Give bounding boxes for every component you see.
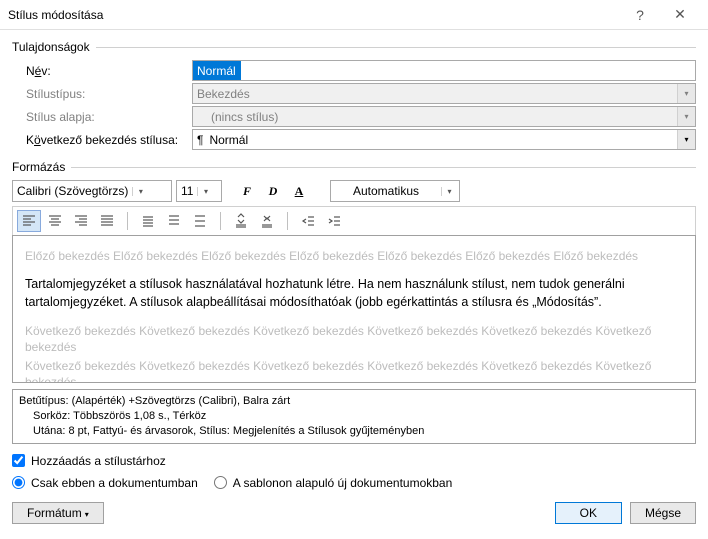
- name-input[interactable]: [192, 60, 696, 81]
- align-right-button[interactable]: [69, 210, 93, 232]
- chevron-down-icon: ▾: [197, 187, 213, 196]
- formatting-toolbar: Calibri (Szövegtörzs)▾ 11▾ F D A Automat…: [12, 180, 696, 202]
- close-button[interactable]: ✕: [660, 6, 700, 23]
- preview-text: Tartalomjegyzéket a stílusok használatáv…: [25, 276, 683, 311]
- preview-prev: Előző bekezdés Előző bekezdés Előző beke…: [25, 248, 683, 264]
- cancel-button[interactable]: Mégse: [630, 502, 696, 524]
- indent-dec-button[interactable]: [296, 210, 320, 232]
- titlebar: Stílus módosítása ? ✕: [0, 0, 708, 30]
- indent-inc-button[interactable]: [322, 210, 346, 232]
- section-properties: Tulajdonságok: [12, 40, 696, 54]
- space-before-dec-button[interactable]: [255, 210, 279, 232]
- type-select: Bekezdés ▾: [192, 83, 696, 104]
- align-justify-button[interactable]: [95, 210, 119, 232]
- spacing-1-button[interactable]: [136, 210, 160, 232]
- only-doc-radio[interactable]: Csak ebben a dokumentumban: [12, 476, 198, 490]
- preview-box: Előző bekezdés Előző bekezdés Előző beke…: [12, 235, 696, 383]
- based-select: (nincs stílus) ▾: [192, 106, 696, 127]
- based-label: Stílus alapja:: [12, 110, 192, 124]
- type-label: Stílustípus:: [12, 87, 192, 101]
- preview-next-2: Következő bekezdés Következő bekezdés Kö…: [25, 358, 683, 383]
- ok-button[interactable]: OK: [555, 502, 622, 524]
- align-center-button[interactable]: [43, 210, 67, 232]
- font-select[interactable]: Calibri (Szövegtörzs)▾: [12, 180, 172, 202]
- format-button[interactable]: Formátum▾: [12, 502, 104, 524]
- size-select[interactable]: 11▾: [176, 180, 222, 202]
- template-radio[interactable]: A sablonon alapuló új dokumentumokban: [214, 476, 453, 490]
- next-label: Következő bekezdés stílusa:: [12, 133, 192, 147]
- desc-line-2: Sorköz: Többszörös 1,08 s., Térköz: [19, 409, 689, 424]
- desc-line-3: Utána: 8 pt, Fattyú- és árvasorok, Stílu…: [19, 424, 689, 439]
- italic-button[interactable]: D: [262, 180, 284, 202]
- bold-button[interactable]: F: [236, 180, 258, 202]
- space-before-inc-button[interactable]: [229, 210, 253, 232]
- align-left-button[interactable]: [17, 210, 41, 232]
- preview-next-1: Következő bekezdés Következő bekezdés Kö…: [25, 323, 683, 355]
- next-select[interactable]: ¶ Normál ▾: [192, 129, 696, 150]
- desc-line-1: Betűtípus: (Alapérték) +Szövegtörzs (Cal…: [19, 394, 689, 409]
- dialog-title: Stílus módosítása: [8, 8, 620, 22]
- description-box: Betűtípus: (Alapérték) +Szövegtörzs (Cal…: [12, 389, 696, 444]
- help-button[interactable]: ?: [620, 7, 660, 23]
- name-label: Név:: [12, 64, 192, 78]
- color-select[interactable]: Automatikus▾: [330, 180, 460, 202]
- section-formatting: Formázás: [12, 160, 696, 174]
- spacing-15-button[interactable]: [162, 210, 186, 232]
- underline-button[interactable]: A: [288, 180, 310, 202]
- pilcrow-icon: ¶: [197, 133, 203, 147]
- chevron-down-icon: ▾: [677, 84, 695, 103]
- add-to-gallery-checkbox[interactable]: Hozzáadás a stílustárhoz: [12, 454, 696, 468]
- chevron-down-icon: ▾: [677, 130, 695, 149]
- chevron-down-icon: ▾: [441, 187, 457, 196]
- paragraph-toolbar: [12, 206, 696, 236]
- spacing-2-button[interactable]: [188, 210, 212, 232]
- chevron-down-icon: ▾: [677, 107, 695, 126]
- chevron-down-icon: ▾: [132, 187, 148, 196]
